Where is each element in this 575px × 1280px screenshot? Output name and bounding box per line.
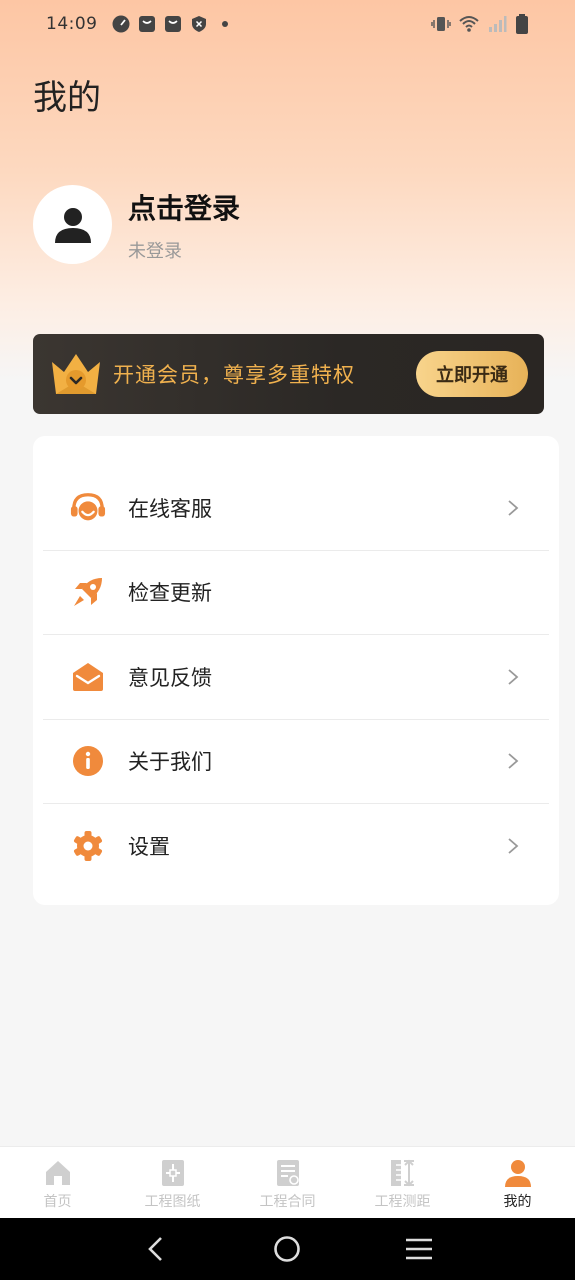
shield-x-icon <box>191 16 206 32</box>
system-nav-bar <box>0 1218 575 1280</box>
home-icon <box>45 1161 70 1185</box>
menu-item-label: 检查更新 <box>128 581 212 606</box>
vibrate-icon <box>431 17 451 31</box>
activate-vip-button[interactable]: 立即开通 <box>416 351 528 397</box>
tab-label: 工程测距 <box>374 1194 431 1210</box>
page-title: 我的 <box>33 78 101 118</box>
status-system-icons <box>431 14 529 34</box>
menu-item-label: 设置 <box>128 835 170 860</box>
dot-icon <box>221 21 228 27</box>
profile-text[interactable]: 点击登录 未登录 <box>128 187 240 263</box>
signal-icon <box>489 16 507 32</box>
blueprint-icon <box>161 1160 184 1186</box>
menu-item-label: 在线客服 <box>128 496 212 521</box>
chevron-right-icon <box>508 669 519 685</box>
back-icon[interactable] <box>141 1234 171 1264</box>
tab-measurement[interactable]: 工程测距 <box>345 1147 460 1218</box>
menu-item-feedback[interactable]: 意见反馈 <box>43 635 549 720</box>
profile-section[interactable]: 点击登录 未登录 <box>33 185 240 264</box>
rocket-icon <box>70 574 106 610</box>
speedometer-icon <box>112 15 129 33</box>
chevron-right-icon <box>508 753 519 769</box>
gear-icon <box>70 828 106 864</box>
contract-icon <box>276 1160 299 1186</box>
user-icon <box>54 207 91 243</box>
menu-item-settings[interactable]: 设置 <box>43 804 549 889</box>
tab-mine[interactable]: 我的 <box>460 1147 575 1218</box>
chevron-right-icon <box>508 838 519 854</box>
headset-icon <box>70 490 106 526</box>
menu-item-customer-service[interactable]: 在线客服 <box>43 466 549 551</box>
menu-item-label: 意见反馈 <box>128 665 212 690</box>
mail-icon <box>70 659 106 695</box>
menu-item-about-us[interactable]: 关于我们 <box>43 720 549 804</box>
menu-item-label: 关于我们 <box>128 750 212 775</box>
info-icon <box>70 743 106 779</box>
user-icon <box>504 1160 531 1187</box>
chevron-right-icon <box>508 500 519 516</box>
bag-icon <box>138 16 155 32</box>
tab-label: 工程合同 <box>259 1194 316 1210</box>
tab-home[interactable]: 首页 <box>0 1147 115 1218</box>
tab-label: 我的 <box>503 1194 532 1210</box>
crown-icon <box>52 354 100 394</box>
tab-blueprints[interactable]: 工程图纸 <box>115 1147 230 1218</box>
home-circle-icon[interactable] <box>272 1234 302 1264</box>
status-notification-icons <box>112 15 234 33</box>
wifi-icon <box>459 16 479 32</box>
tab-label: 首页 <box>43 1194 72 1210</box>
tab-contracts[interactable]: 工程合同 <box>230 1147 345 1218</box>
vip-banner[interactable]: 开通会员，尊享多重特权 立即开通 <box>33 334 544 414</box>
vip-promo-text: 开通会员，尊享多重特权 <box>113 363 355 387</box>
status-bar: 14:09 <box>0 0 575 48</box>
login-status: 未登录 <box>128 240 182 262</box>
tab-label: 工程图纸 <box>144 1194 201 1210</box>
ruler-icon <box>390 1159 414 1187</box>
status-time: 14:09 <box>46 14 98 34</box>
avatar[interactable] <box>33 185 112 264</box>
menu-item-check-update[interactable]: 检查更新 <box>43 551 549 635</box>
menu-card: 在线客服 检查更新 意见反馈 关于我们 设置 <box>33 436 559 905</box>
login-title[interactable]: 点击登录 <box>128 187 240 227</box>
bag-icon <box>164 16 181 32</box>
bottom-tab-bar: 首页 工程图纸 工程合同 工程测距 我的 <box>0 1146 575 1218</box>
battery-icon <box>516 14 528 34</box>
menu-icon[interactable] <box>404 1234 434 1264</box>
